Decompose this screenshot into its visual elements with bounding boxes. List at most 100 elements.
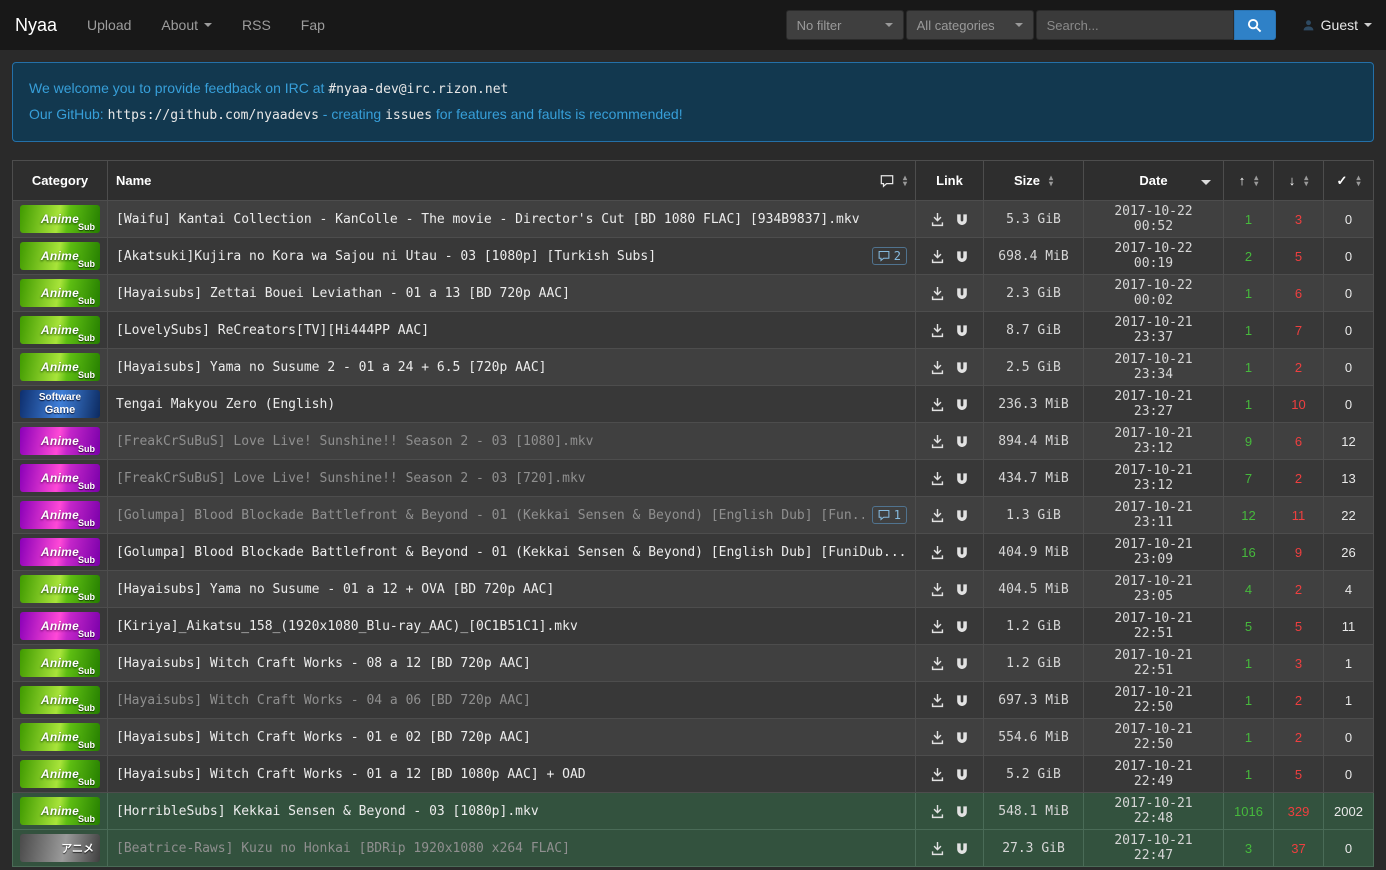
category-icon-anime-non-english-translated[interactable]: AnimeSub [20,464,100,492]
category-icon-anime-non-english-translated[interactable]: AnimeSub [20,427,100,455]
download-link[interactable] [930,508,945,523]
category-icon-anime-non-english-translated[interactable]: AnimeSub [20,501,100,529]
torrent-name-link[interactable]: [Hayaisubs] Witch Craft Works - 04 a 06 … [116,693,907,708]
size-cell: 2.5 GiB [984,349,1084,386]
completed-cell: 1 [1324,645,1374,682]
torrent-name-link[interactable]: [Beatrice-Raws] Kuzu no Honkai [BDRip 19… [116,841,907,856]
navbar: Nyaa Upload About RSS Fap No filter All … [0,0,1386,50]
magnet-link[interactable] [955,509,969,523]
search-button[interactable] [1234,10,1276,40]
category-icon-anime-english-translated[interactable]: AnimeSub [20,723,100,751]
magnet-link[interactable] [955,472,969,486]
category-icon-anime-english-translated[interactable]: AnimeSub [20,279,100,307]
torrent-name-link[interactable]: [Akatsuki]Kujira no Kora wa Sajou ni Uta… [116,249,864,264]
nav-item-fap[interactable]: Fap [286,0,340,50]
download-link[interactable] [930,545,945,560]
category-icon-software-games[interactable]: SoftwareGame [20,390,100,418]
download-link[interactable] [930,582,945,597]
header-comments-sort[interactable]: ▴▾ [880,174,907,188]
download-link[interactable] [930,656,945,671]
nav-item-about[interactable]: About [146,0,227,50]
magnet-link[interactable] [955,657,969,671]
header-date[interactable]: Date [1084,161,1224,201]
magnet-link[interactable] [955,583,969,597]
magnet-link[interactable] [955,805,969,819]
download-link[interactable] [930,841,945,856]
search-input[interactable] [1036,10,1234,40]
download-link[interactable] [930,249,945,264]
download-link[interactable] [930,397,945,412]
magnet-link[interactable] [955,694,969,708]
download-link[interactable] [930,804,945,819]
magnet-link[interactable] [955,398,969,412]
torrent-name-link[interactable]: [HorribleSubs] Kekkai Sensen & Beyond - … [116,804,907,819]
magnet-link[interactable] [955,731,969,745]
magnet-link[interactable] [955,361,969,375]
category-icon-anime-non-english-translated[interactable]: AnimeSub [20,538,100,566]
magnet-link[interactable] [955,287,969,301]
torrent-name-link[interactable]: [LovelySubs] ReCreators[TV][Hi444PP AAC] [116,323,907,338]
header-seeders[interactable]: ↑▴▾ [1224,161,1274,201]
comments-badge[interactable]: 1 [872,506,907,524]
nav-item-fap-label: Fap [301,17,325,33]
category-icon-anime-raw[interactable]: アニメ [20,834,100,862]
download-link[interactable] [930,434,945,449]
magnet-link[interactable] [955,213,969,227]
torrent-name-link[interactable]: [Kiriya]_Aikatsu_158_(1920x1080_Blu-ray_… [116,619,907,634]
torrent-name-link[interactable]: [Golumpa] Blood Blockade Battlefront & B… [116,545,907,560]
download-link[interactable] [930,471,945,486]
category-icon-anime-non-english-translated[interactable]: AnimeSub [20,612,100,640]
download-link[interactable] [930,286,945,301]
torrent-name-link[interactable]: Tengai Makyou Zero (English) [116,397,907,412]
comments-badge[interactable]: 2 [872,247,907,265]
download-link[interactable] [930,360,945,375]
category-label-bottom: Game [45,404,76,416]
magnet-link[interactable] [955,250,969,264]
magnet-icon [955,361,969,375]
torrent-name-link[interactable]: [FreakCrSuBuS] Love Live! Sunshine!! Sea… [116,434,907,449]
category-icon-anime-english-translated[interactable]: AnimeSub [20,649,100,677]
category-icon-anime-english-translated[interactable]: AnimeSub [20,797,100,825]
user-menu[interactable]: Guest [1302,17,1372,33]
download-link[interactable] [930,212,945,227]
torrent-name-link[interactable]: [Hayaisubs] Witch Craft Works - 08 a 12 … [116,656,907,671]
magnet-link[interactable] [955,842,969,856]
category-icon-anime-english-translated[interactable]: AnimeSub [20,575,100,603]
torrent-name-link[interactable]: [Hayaisubs] Yama no Susume 2 - 01 a 24 +… [116,360,907,375]
category-icon-anime-english-translated[interactable]: AnimeSub [20,353,100,381]
header-leechers[interactable]: ↓▴▾ [1274,161,1324,201]
magnet-link[interactable] [955,620,969,634]
download-link[interactable] [930,323,945,338]
nav-item-upload[interactable]: Upload [72,0,146,50]
magnet-link[interactable] [955,324,969,338]
category-select[interactable]: All categories [906,10,1034,40]
category-icon-anime-english-translated[interactable]: AnimeSub [20,316,100,344]
brand-link[interactable]: Nyaa [0,15,72,36]
torrent-name-link[interactable]: [Golumpa] Blood Blockade Battlefront & B… [116,508,864,523]
category-icon-anime-english-translated[interactable]: AnimeSub [20,760,100,788]
github-link[interactable]: https://github.com/nyaadevs [108,106,319,122]
header-size[interactable]: Size▴▾ [984,161,1084,201]
magnet-link[interactable] [955,768,969,782]
category-icon-anime-english-translated[interactable]: AnimeSub [20,242,100,270]
torrent-name-link[interactable]: [FreakCrSuBuS] Love Live! Sunshine!! Sea… [116,471,907,486]
torrent-name-link[interactable]: [Waifu] Kantai Collection - KanColle - T… [116,212,907,227]
size-cell: 1.2 GiB [984,608,1084,645]
torrent-name-link[interactable]: [Hayaisubs] Witch Craft Works - 01 a 12 … [116,767,907,782]
header-completed[interactable]: ✓▴▾ [1324,161,1374,201]
torrent-name-link[interactable]: [Hayaisubs] Yama no Susume - 01 a 12 + O… [116,582,907,597]
filter-select[interactable]: No filter [786,10,904,40]
issues-link[interactable]: issues [385,106,432,122]
torrent-name-link[interactable]: [Hayaisubs] Zettai Bouei Leviathan - 01 … [116,286,907,301]
download-link[interactable] [930,619,945,634]
torrent-name-link[interactable]: [Hayaisubs] Witch Craft Works - 01 e 02 … [116,730,907,745]
magnet-link[interactable] [955,435,969,449]
category-icon-anime-english-translated[interactable]: AnimeSub [20,205,100,233]
magnet-link[interactable] [955,546,969,560]
download-link[interactable] [930,730,945,745]
download-link[interactable] [930,693,945,708]
category-icon-anime-english-translated[interactable]: AnimeSub [20,686,100,714]
download-link[interactable] [930,767,945,782]
leechers-cell: 11 [1274,497,1324,534]
nav-item-rss[interactable]: RSS [227,0,286,50]
